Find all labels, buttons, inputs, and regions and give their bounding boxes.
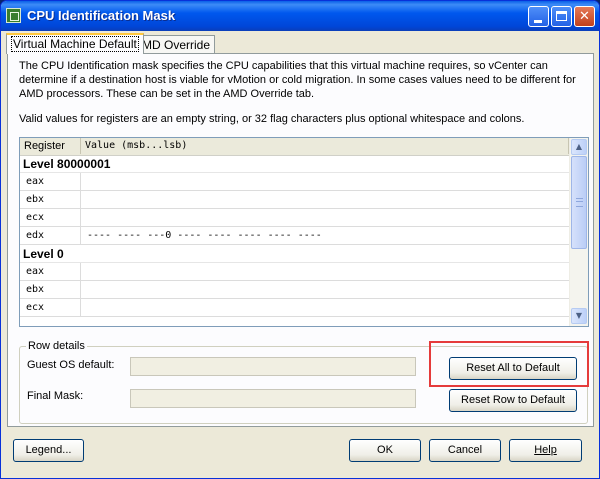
value-cell[interactable] — [81, 281, 565, 298]
reset-row-to-default-button[interactable]: Reset Row to Default — [449, 389, 577, 412]
table-row[interactable]: ebx — [20, 191, 569, 209]
maximize-icon — [556, 11, 567, 21]
table-row[interactable]: eax — [20, 173, 569, 191]
table-row[interactable]: edx ---- ---- ---0 ---- ---- ---- ---- -… — [20, 227, 569, 245]
close-button[interactable]: ✕ — [574, 6, 595, 27]
chevron-down-icon: ▼ — [575, 311, 583, 320]
value-cell[interactable] — [81, 263, 565, 280]
table-row[interactable]: ecx — [20, 299, 569, 317]
value-cell[interactable] — [81, 173, 565, 190]
guest-os-default-field[interactable] — [130, 357, 416, 376]
register-cell: edx — [20, 227, 81, 244]
help-button[interactable]: Help — [509, 439, 582, 462]
grid-header: Register Value (msb...lsb) — [20, 138, 569, 156]
column-header-register[interactable]: Register — [20, 138, 81, 154]
description-text: The CPU Identification mask specifies th… — [19, 60, 576, 100]
chevron-up-icon: ▲ — [575, 142, 583, 151]
valid-values-text: Valid values for registers are an empty … — [19, 113, 525, 125]
register-cell: ebx — [20, 281, 81, 298]
close-icon: ✕ — [579, 9, 590, 24]
table-row[interactable]: ebx — [20, 281, 569, 299]
guest-os-default-label: Guest OS default: — [27, 359, 115, 371]
legend-button[interactable]: Legend... — [13, 439, 84, 462]
tab-label: AMD Override — [134, 38, 211, 52]
register-cell: ecx — [20, 299, 81, 316]
vertical-scrollbar[interactable]: ▲ ▼ — [569, 138, 588, 326]
table-row[interactable]: ecx — [20, 209, 569, 227]
value-cell[interactable] — [81, 191, 565, 208]
minimize-icon — [534, 20, 542, 23]
register-cell: eax — [20, 173, 81, 190]
level-header: Level 0 — [20, 245, 569, 263]
minimize-button[interactable] — [528, 6, 549, 27]
value-cell[interactable] — [81, 299, 565, 316]
highlight-box — [429, 341, 589, 387]
ok-button[interactable]: OK — [349, 439, 421, 462]
scroll-thumb[interactable] — [571, 156, 587, 249]
vmware-icon — [6, 8, 21, 23]
tab-virtual-machine-default[interactable]: Virtual Machine Default — [6, 33, 144, 54]
value-cell[interactable]: ---- ---- ---0 ---- ---- ---- ---- ---- — [81, 227, 565, 244]
cancel-button[interactable]: Cancel — [429, 439, 501, 462]
maximize-button[interactable] — [551, 6, 572, 27]
final-mask-field[interactable] — [130, 389, 416, 408]
grip-icon — [576, 198, 583, 207]
window-title: CPU Identification Mask — [27, 8, 176, 23]
cpu-identification-mask-dialog: CPU Identification Mask ✕ Virtual Machin… — [0, 0, 600, 479]
level-header: Level 80000001 — [20, 155, 569, 173]
scroll-down-button[interactable]: ▼ — [571, 308, 587, 324]
register-cell: ecx — [20, 209, 81, 226]
column-header-value[interactable]: Value (msb...lsb) — [81, 138, 569, 154]
register-cell: ebx — [20, 191, 81, 208]
scroll-up-button[interactable]: ▲ — [571, 139, 587, 155]
table-row[interactable]: eax — [20, 263, 569, 281]
row-details-legend: Row details — [26, 340, 87, 352]
tab-label: Virtual Machine Default — [11, 36, 139, 52]
title-bar[interactable]: CPU Identification Mask ✕ — [1, 1, 599, 31]
register-grid: Register Value (msb...lsb) Level 8000000… — [19, 137, 589, 327]
value-cell[interactable] — [81, 209, 565, 226]
register-cell: eax — [20, 263, 81, 280]
final-mask-label: Final Mask: — [27, 390, 84, 402]
